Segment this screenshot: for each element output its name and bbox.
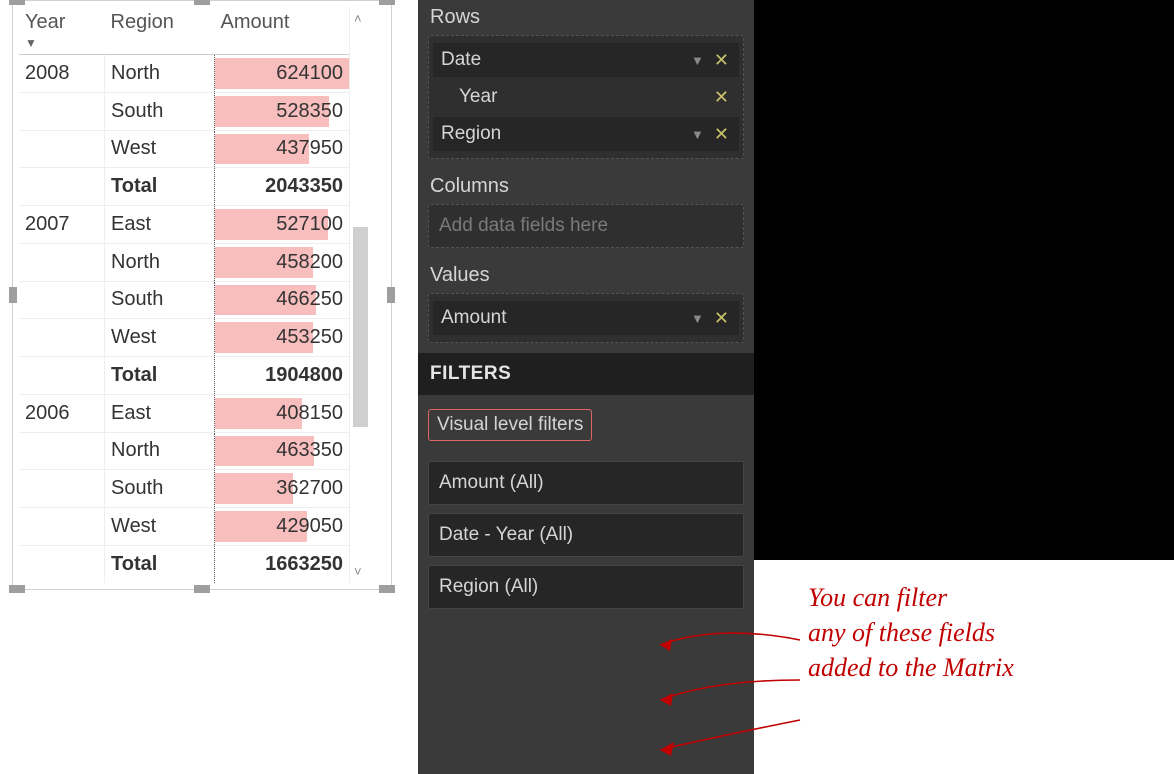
region-cell: South (105, 470, 215, 508)
filter-chip-amount[interactable]: Amount (All) (428, 461, 744, 505)
year-cell (19, 92, 105, 130)
resize-handle[interactable] (9, 0, 25, 5)
annotation-text: You can filter any of these fields added… (808, 580, 1168, 685)
year-cell (19, 470, 105, 508)
amount-cell: 408150 (215, 394, 349, 432)
resize-handle[interactable] (194, 585, 210, 593)
table-row[interactable]: 2008North624100 (19, 55, 349, 93)
black-background (754, 0, 1174, 560)
field-chip-region[interactable]: Region ▼ ✕ (433, 117, 739, 151)
col-header-year[interactable]: Year ▼ (19, 7, 105, 55)
visual-level-filters-label[interactable]: Visual level filters (428, 409, 592, 441)
chevron-down-icon[interactable]: ▼ (683, 311, 712, 326)
table-row[interactable]: South528350 (19, 92, 349, 130)
scroll-down-icon[interactable]: ˅ (354, 564, 362, 579)
year-cell: 2008 (19, 55, 105, 93)
region-cell: North (105, 432, 215, 470)
matrix-table: Year ▼ Region Amount 2008North624100Sout… (19, 7, 349, 583)
region-cell: East (105, 394, 215, 432)
annotation-arrows (630, 590, 830, 770)
scroll-thumb[interactable] (353, 227, 368, 427)
amount-cell: 466250 (215, 281, 349, 319)
year-cell: 2006 (19, 394, 105, 432)
resize-handle[interactable] (9, 287, 17, 303)
amount-cell: 429050 (215, 508, 349, 546)
resize-handle[interactable] (387, 287, 395, 303)
region-cell: West (105, 508, 215, 546)
table-row[interactable]: North458200 (19, 243, 349, 281)
col-header-amount[interactable]: Amount (215, 7, 349, 55)
close-icon[interactable]: ✕ (712, 87, 731, 108)
total-row: Total2043350 (19, 168, 349, 206)
resize-handle[interactable] (379, 0, 395, 5)
filters-header: FILTERS (418, 353, 754, 395)
values-section-label: Values (428, 258, 744, 293)
field-label: Date (441, 49, 683, 71)
values-field-well[interactable]: Amount ▼ ✕ (428, 293, 744, 343)
amount-cell: 527100 (215, 206, 349, 244)
field-chip-amount[interactable]: Amount ▼ ✕ (433, 301, 739, 335)
year-cell: 2007 (19, 206, 105, 244)
amount-cell: 453250 (215, 319, 349, 357)
chevron-down-icon[interactable]: ▼ (683, 53, 712, 68)
region-cell: North (105, 55, 215, 93)
amount-cell: 362700 (215, 470, 349, 508)
field-label: Year (459, 86, 712, 108)
resize-handle[interactable] (194, 0, 210, 5)
resize-handle[interactable] (9, 585, 25, 593)
vertical-scrollbar[interactable]: ˄ ˅ (349, 7, 371, 583)
region-cell: West (105, 319, 215, 357)
table-row[interactable]: West437950 (19, 130, 349, 168)
amount-cell: 437950 (215, 130, 349, 168)
table-row[interactable]: South466250 (19, 281, 349, 319)
chevron-down-icon[interactable]: ▼ (683, 127, 712, 142)
columns-section-label: Columns (428, 169, 744, 204)
year-cell (19, 243, 105, 281)
col-header-region[interactable]: Region (105, 7, 215, 55)
matrix-visual[interactable]: Year ▼ Region Amount 2008North624100Sout… (12, 0, 392, 590)
rows-field-well[interactable]: Date ▼ ✕ Year ✕ Region ▼ ✕ (428, 35, 744, 159)
region-cell: West (105, 130, 215, 168)
region-cell: South (105, 281, 215, 319)
close-icon[interactable]: ✕ (712, 124, 731, 145)
region-cell: North (105, 243, 215, 281)
close-icon[interactable]: ✕ (712, 308, 731, 329)
year-cell (19, 508, 105, 546)
year-cell (19, 130, 105, 168)
table-row[interactable]: North463350 (19, 432, 349, 470)
field-label: Region (441, 123, 683, 145)
amount-cell: 528350 (215, 92, 349, 130)
field-chip-year[interactable]: Year ✕ (433, 80, 739, 114)
rows-section-label: Rows (428, 0, 744, 35)
close-icon[interactable]: ✕ (712, 50, 731, 71)
table-row[interactable]: 2006East408150 (19, 394, 349, 432)
scroll-up-icon[interactable]: ˄ (354, 11, 362, 26)
filter-chip-date-year[interactable]: Date - Year (All) (428, 513, 744, 557)
year-cell (19, 281, 105, 319)
table-row[interactable]: West429050 (19, 508, 349, 546)
field-label: Amount (441, 307, 683, 329)
total-row: Total1663250 (19, 545, 349, 583)
amount-cell: 624100 (215, 55, 349, 93)
year-cell (19, 319, 105, 357)
resize-handle[interactable] (379, 585, 395, 593)
region-cell: East (105, 206, 215, 244)
region-cell: South (105, 92, 215, 130)
sort-desc-icon: ▼ (25, 36, 99, 50)
total-row: Total1904800 (19, 357, 349, 395)
year-cell (19, 432, 105, 470)
table-row[interactable]: West453250 (19, 319, 349, 357)
amount-cell: 458200 (215, 243, 349, 281)
columns-field-well[interactable]: Add data fields here (428, 204, 744, 248)
field-chip-date[interactable]: Date ▼ ✕ (433, 43, 739, 77)
amount-cell: 463350 (215, 432, 349, 470)
table-row[interactable]: 2007East527100 (19, 206, 349, 244)
table-row[interactable]: South362700 (19, 470, 349, 508)
